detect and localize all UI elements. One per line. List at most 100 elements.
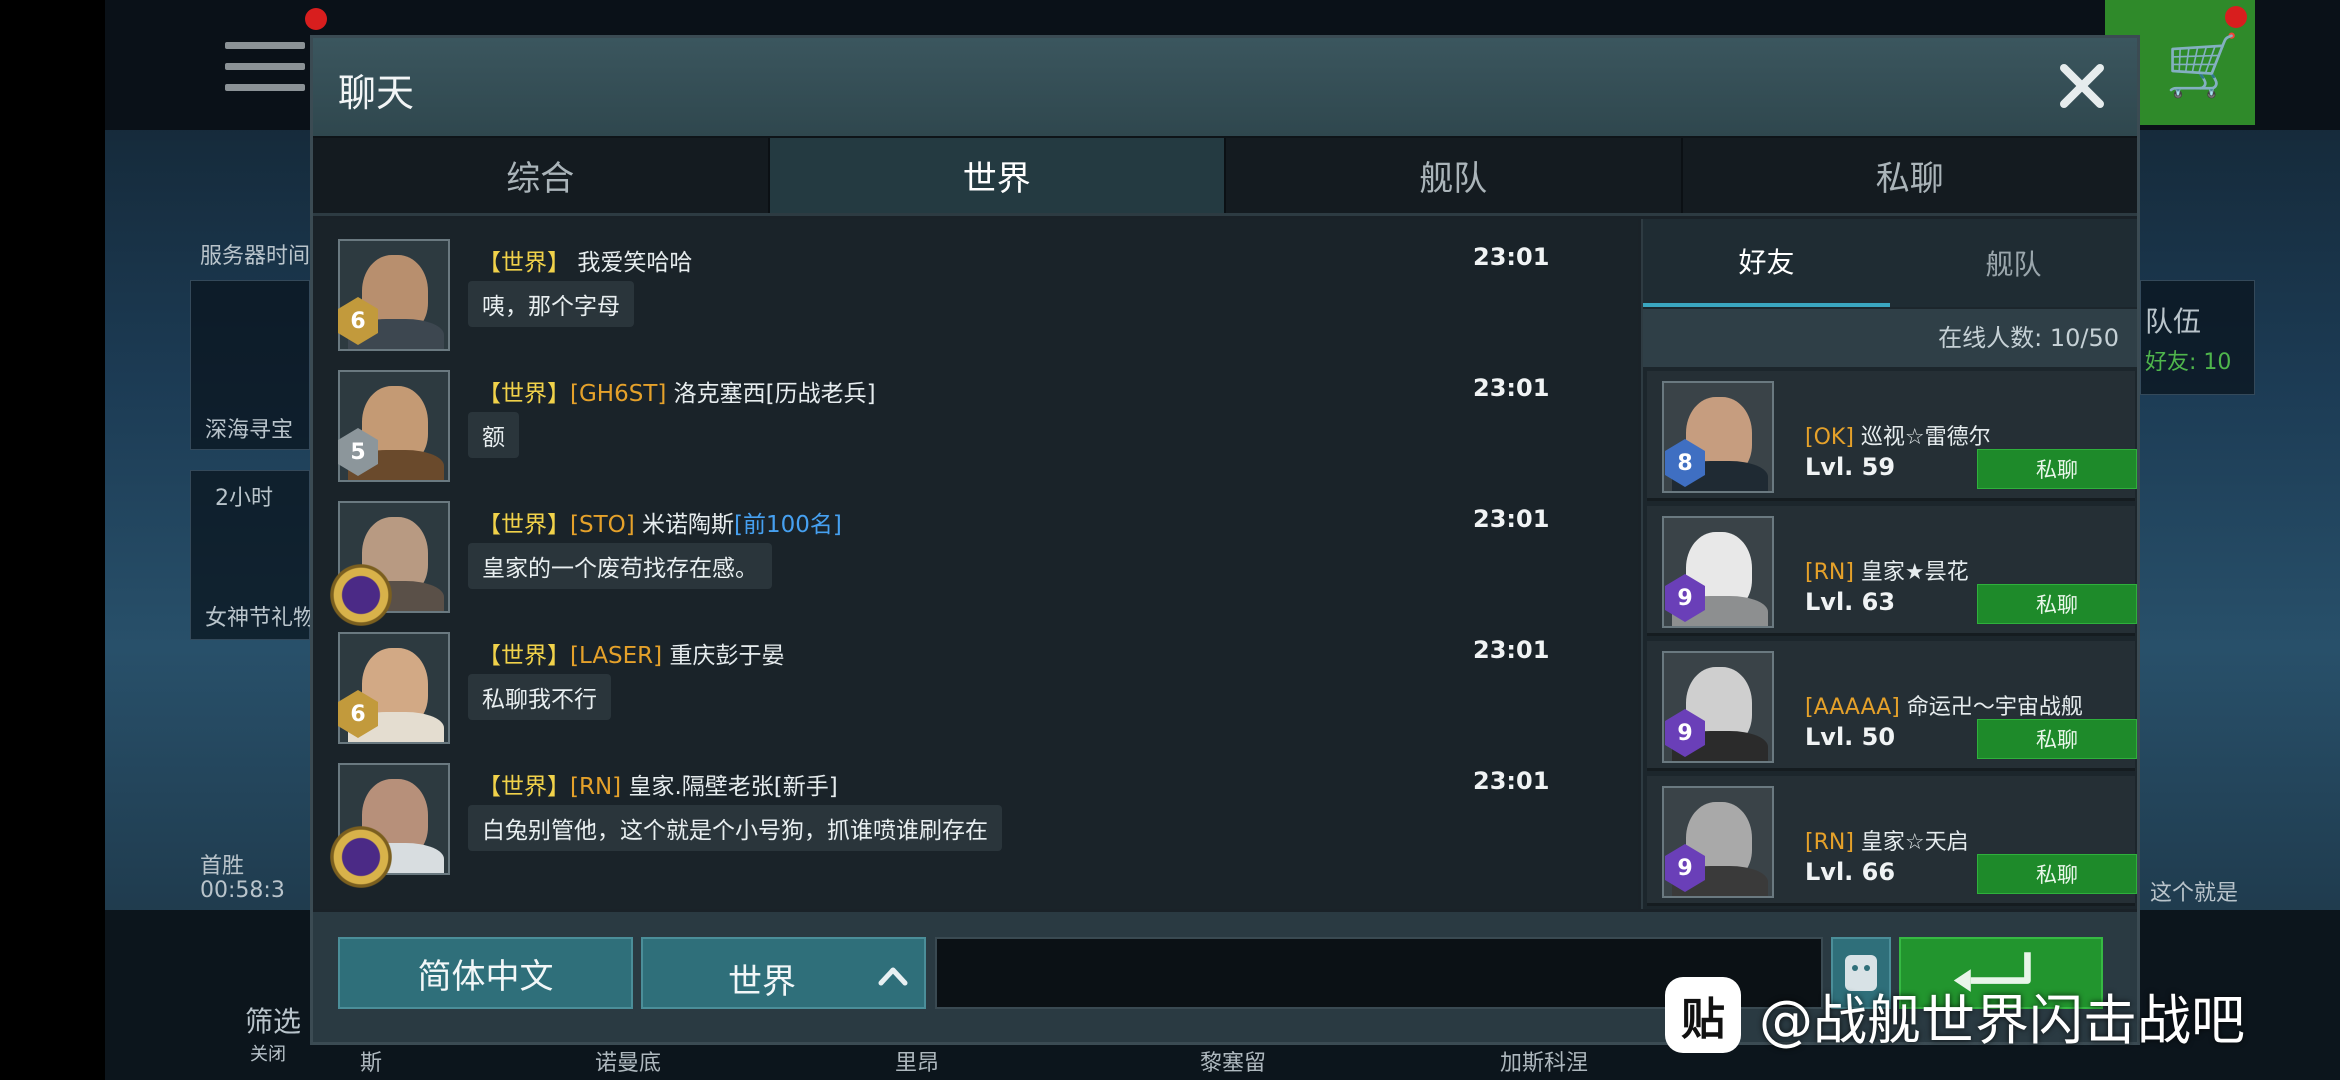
sender-name[interactable]: 皇家.隔壁老张[新手] — [628, 774, 837, 800]
message-header: 【世界】[GH6ST] 洛克塞西[历战老兵] — [478, 374, 876, 408]
tab-private[interactable]: 私聊 — [1683, 138, 2138, 213]
friends-tabs: 好友 舰队 — [1643, 219, 2137, 307]
private-chat-button[interactable]: 私聊 — [1977, 449, 2137, 489]
friend-name: [RN] 皇家★昙花 — [1805, 554, 1969, 586]
private-chat-button[interactable]: 私聊 — [1977, 584, 2137, 624]
friend-name-text: 皇家★昙花 — [1860, 560, 1969, 585]
message-header: 【世界】 我爱笑哈哈 — [478, 243, 692, 277]
friend-name: [OK] 巡视☆雷德尔 — [1805, 419, 1991, 451]
message-header: 【世界】[STO] 米诺陶斯[前100名] — [478, 505, 842, 539]
team-label: 队伍 — [2145, 305, 2202, 338]
dialog-title: 聊天 — [338, 71, 415, 115]
chat-dialog: 聊天 综合 世界 舰队 私聊 6 【世界】 我爱笑哈哈 23:01 咦，那个字母 — [310, 35, 2140, 1045]
sender-name[interactable]: 洛克塞西[历战老兵] — [674, 381, 876, 407]
first-win-timer: 00:58:3 — [200, 878, 285, 903]
friends-panel: 好友 舰队 在线人数: 10/50 8 [OK] 巡视☆雷德尔 Lvl. 59 … — [1641, 219, 2137, 909]
channel-label: 【世界】 — [478, 643, 570, 669]
ship-tab[interactable]: 斯 — [360, 1045, 382, 1077]
message-time: 23:01 — [1473, 374, 1550, 402]
watermark: 贴 @战舰世界闪击战吧 — [1665, 975, 2245, 1055]
tab-general[interactable]: 综合 — [313, 138, 770, 213]
sender-name[interactable]: 我爱笑哈哈 — [577, 250, 692, 276]
message-header: 【世界】[LASER] 重庆彭于晏 — [478, 636, 784, 670]
friend-name-text: 皇家☆天启 — [1860, 830, 1969, 855]
friend-row[interactable]: 9 [RN] 皇家☆天启 Lvl. 66 私聊 — [1647, 776, 2137, 906]
language-select-button[interactable]: 简体中文 — [338, 937, 633, 1009]
message-time: 23:01 — [1473, 243, 1550, 271]
cart-icon: 🛒 — [2165, 31, 2240, 101]
friend-name: [RN] 皇家☆天启 — [1805, 824, 1969, 856]
ship-tab[interactable]: 里昂 — [895, 1045, 939, 1077]
sender-title: [前100名] — [734, 512, 842, 538]
guild-tag: [AAAAA] — [1805, 695, 1900, 720]
notification-dot — [305, 8, 327, 30]
friend-name-text: 命运卍～宇宙战舰 — [1906, 695, 2083, 720]
guild-tag: [RN] — [570, 774, 622, 800]
filter-label[interactable]: 筛选 — [245, 1000, 301, 1040]
friend-row[interactable]: 9 [RN] 皇家★昙花 Lvl. 63 私聊 — [1647, 506, 2137, 636]
tab-world[interactable]: 世界 — [769, 138, 1226, 213]
online-count: 在线人数: 10/50 — [1643, 309, 2137, 367]
notification-dot — [2225, 6, 2247, 28]
message-text: 咦，那个字母 — [468, 281, 634, 327]
sender-name[interactable]: 重庆彭于晏 — [669, 643, 784, 669]
left-black-bar — [0, 0, 105, 1080]
message-list[interactable]: 6 【世界】 我爱笑哈哈 23:01 咦，那个字母 5 【世界】[GH6ST] … — [313, 219, 1638, 909]
friend-level: Lvl. 63 — [1805, 588, 1896, 616]
channel-label: 【世界】 — [478, 250, 570, 276]
friend-name: [AAAAA] 命运卍～宇宙战舰 — [1805, 689, 2083, 721]
message-text: 私聊我不行 — [468, 674, 611, 720]
watermark-text: @战舰世界闪击战吧 — [1759, 988, 2245, 1052]
close-icon[interactable] — [2052, 56, 2112, 116]
rank-medal-icon — [326, 561, 396, 629]
hamburger-menu-icon[interactable] — [225, 42, 305, 92]
message-header: 【世界】[RN] 皇家.隔壁老张[新手] — [478, 767, 838, 801]
filter-sub-label: 关闭 — [250, 1044, 286, 1065]
rank-medal-icon — [326, 823, 396, 891]
channel-select[interactable]: 世界 — [641, 937, 926, 1009]
private-chat-button[interactable]: 私聊 — [1977, 854, 2137, 894]
guild-tag: [OK] — [1805, 425, 1854, 450]
channel-label: 【世界】 — [478, 512, 570, 538]
message-text: 皇家的一个废苟找存在感。 — [468, 543, 772, 589]
first-win-label: 首胜 — [200, 854, 245, 879]
friend-level: Lvl. 66 — [1805, 858, 1896, 886]
channel-label: 【世界】 — [478, 381, 570, 407]
chevron-up-icon — [878, 967, 908, 986]
chat-message: 【世界】[STO] 米诺陶斯[前100名] 23:01 皇家的一个废苟找存在感。 — [326, 501, 1628, 631]
sender-name[interactable]: 米诺陶斯 — [642, 512, 734, 538]
channel-label: 【世界】 — [478, 774, 570, 800]
chat-preview-label: 这个就是 — [2150, 881, 2239, 906]
channel-tabs: 综合 世界 舰队 私聊 — [313, 136, 2137, 216]
friend-row[interactable]: 8 [OK] 巡视☆雷德尔 Lvl. 59 私聊 — [1647, 371, 2137, 501]
ship-tab[interactable]: 加斯科涅 — [1500, 1045, 1588, 1077]
server-time-label: 服务器时间 — [200, 244, 311, 269]
ship-tab[interactable]: 黎塞留 — [1200, 1045, 1266, 1077]
ship-tab[interactable]: 诺曼底 — [595, 1045, 661, 1077]
tab-fleet[interactable]: 舰队 — [1226, 138, 1683, 213]
tab-fleet-members[interactable]: 舰队 — [1890, 219, 2137, 307]
friends-count-label: 好友: 10 — [2145, 350, 2232, 375]
friend-level: Lvl. 59 — [1805, 453, 1896, 481]
message-text: 额 — [468, 412, 519, 458]
tab-friends[interactable]: 好友 — [1643, 219, 1890, 307]
friend-row[interactable]: 9 [AAAAA] 命运卍～宇宙战舰 Lvl. 50 私聊 — [1647, 641, 2137, 771]
guild-tag: [RN] — [1805, 560, 1854, 585]
channel-select-label: 世界 — [728, 962, 796, 1002]
chat-message: 6 【世界】[LASER] 重庆彭于晏 23:01 私聊我不行 — [338, 632, 1628, 762]
message-time: 23:01 — [1473, 767, 1550, 795]
message-text: 白兔别管他，这个就是个小号狗，抓谁喷谁刷存在 — [468, 805, 1002, 851]
dialog-header: 聊天 — [313, 38, 2137, 136]
message-time: 23:01 — [1473, 636, 1550, 664]
message-time: 23:01 — [1473, 505, 1550, 533]
watermark-logo: 贴 — [1665, 977, 1741, 1053]
chat-message: 5 【世界】[GH6ST] 洛克塞西[历战老兵] 23:01 额 — [338, 370, 1628, 500]
deep-sea-label: 深海寻宝 — [205, 418, 294, 443]
goddess-gift-label: 女神节礼物 — [205, 606, 316, 631]
friend-name-text: 巡视☆雷德尔 — [1860, 425, 1991, 450]
guild-tag: [LASER] — [570, 643, 663, 669]
guild-tag: [STO] — [570, 512, 635, 538]
private-chat-button[interactable]: 私聊 — [1977, 719, 2137, 759]
guild-tag: [GH6ST] — [570, 381, 667, 407]
guild-tag: [RN] — [1805, 830, 1854, 855]
